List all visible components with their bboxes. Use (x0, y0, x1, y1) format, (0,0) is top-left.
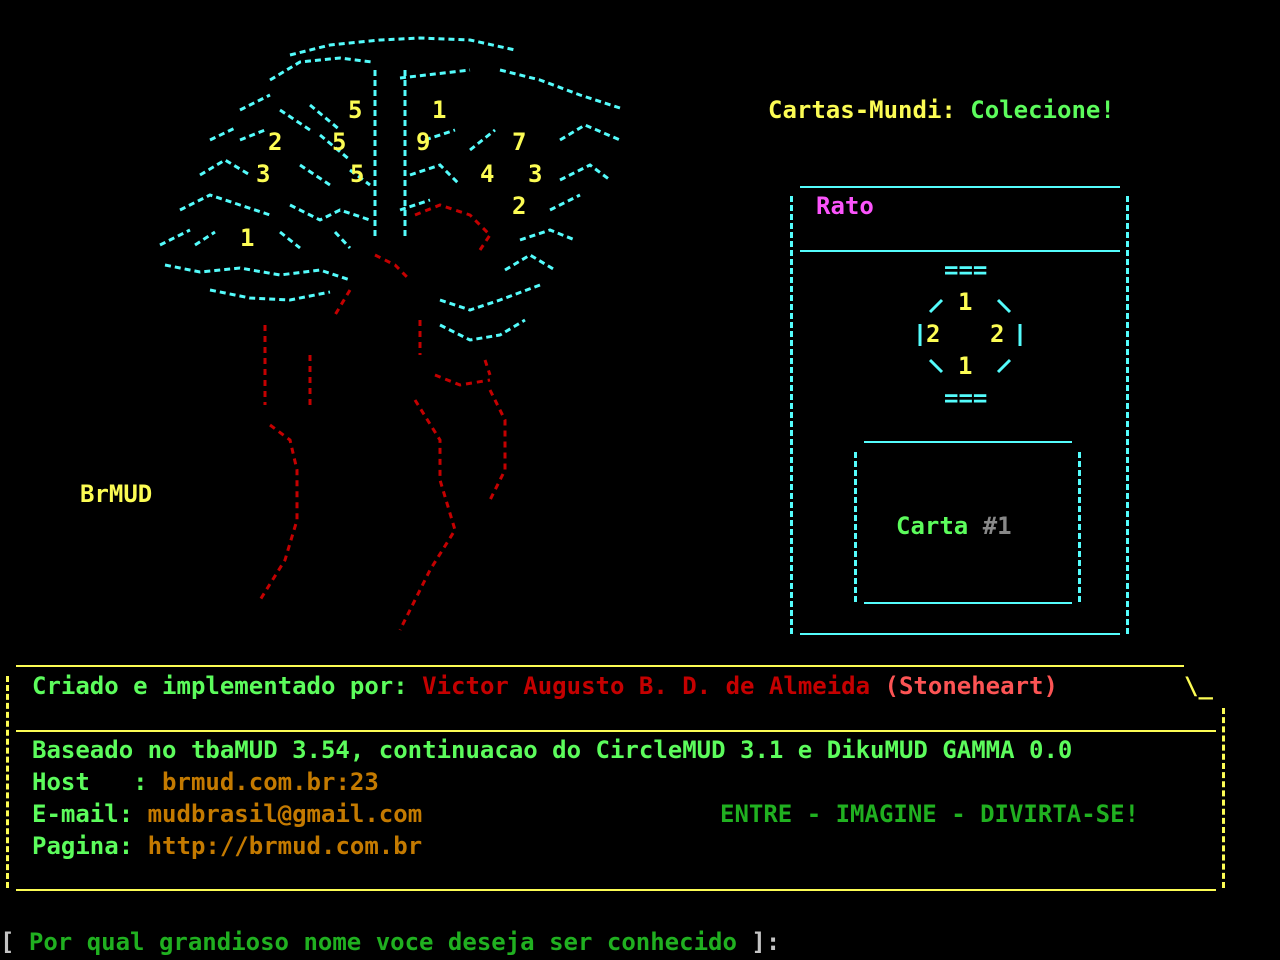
ascii-tree-art (159, 36, 621, 631)
card-stat-bottom: 1 (958, 352, 973, 380)
art-digit: 1 (240, 224, 255, 252)
page-label: Pagina: (32, 832, 134, 860)
name-prompt: [ Por qual grandioso nome voce deseja se… (0, 926, 780, 958)
page-title: Cartas-Mundi: Colecione! (768, 94, 1115, 126)
art-digit: 9 (416, 128, 431, 156)
art-digit: 4 (480, 160, 495, 188)
host-label: Host : (32, 768, 148, 796)
brand-label: BrMUD (80, 480, 153, 508)
card-stat-top: 1 (958, 288, 973, 316)
prompt-open-bracket: [ (0, 928, 15, 956)
slogan: ENTRE - IMAGINE - DIVIRTA-SE! (720, 800, 1140, 828)
card-inner-number: #1 (982, 512, 1012, 540)
credit-line: Criado e implementado por: Victor August… (32, 670, 1058, 702)
card-stat-right: 2 (990, 320, 1005, 348)
credit-label: Criado e implementado por: (32, 672, 408, 700)
name-input[interactable] (880, 928, 1260, 958)
host-line: Host : brmud.com.br:23 (32, 766, 379, 798)
title-label: Cartas-Mundi: (768, 96, 956, 124)
prompt-text: Por qual grandioso nome voce deseja ser … (28, 928, 737, 956)
title-tagline: Colecione! (970, 96, 1115, 124)
email-value: mudbrasil@gmail.com (147, 800, 423, 828)
card-inner-label: Carta #1 (896, 510, 1012, 542)
email-line: E-mail: mudbrasil@gmail.com (32, 798, 422, 830)
email-label: E-mail: (32, 800, 134, 828)
page-line: Pagina: http://brmud.com.br (32, 830, 422, 862)
art-digit: 2 (268, 128, 283, 156)
art-digit: 5 (348, 96, 363, 124)
art-digit: 1 (432, 96, 447, 124)
author-name: Victor Augusto B. D. de Almeida (422, 672, 871, 700)
author-nick: (Stoneheart) (884, 672, 1058, 700)
art-digit: 3 (528, 160, 543, 188)
host-value: brmud.com.br:23 (162, 768, 379, 796)
art-digit: 3 (256, 160, 271, 188)
card-inner-text: Carta (896, 512, 969, 540)
page-link[interactable]: http://brmud.com.br (148, 832, 423, 860)
box-corner-glyph: \_ (1184, 672, 1213, 700)
card-stat-top-bar: === (944, 256, 988, 284)
card-name: Rato (816, 192, 874, 220)
art-digit: 5 (332, 128, 347, 156)
prompt-close-bracket: ]: (751, 928, 781, 956)
card-stat-left: 2 (926, 320, 941, 348)
art-digit: 2 (512, 192, 527, 220)
based-on-line: Baseado no tbaMUD 3.54, continuacao do C… (32, 736, 1073, 764)
terminal-screen: 5 1 2 5 9 7 3 5 4 3 2 1 BrMUD Cartas-Mun… (0, 0, 1280, 960)
art-digit: 7 (512, 128, 527, 156)
art-digit: 5 (350, 160, 365, 188)
